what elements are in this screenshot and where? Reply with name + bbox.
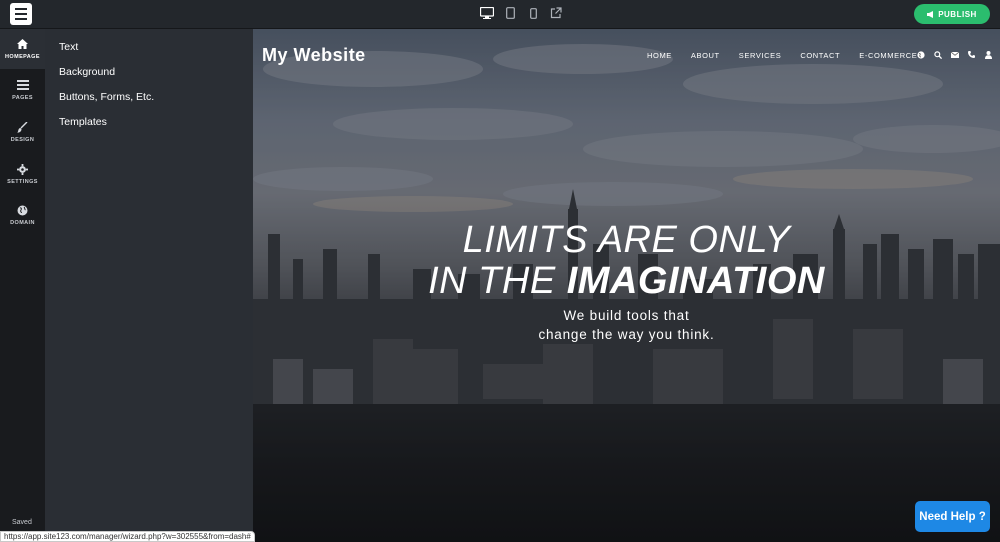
tablet-icon[interactable]: [503, 6, 517, 20]
hero-subtitle-line1: We build tools that: [563, 308, 690, 323]
pages-icon: [16, 79, 29, 91]
rail-label: DESIGN: [10, 137, 35, 143]
saved-status: Saved: [12, 519, 32, 526]
nav-ecommerce[interactable]: E-COMMERCE ▾: [859, 51, 924, 60]
menu-line: [15, 18, 27, 20]
mobile-icon[interactable]: [526, 6, 540, 20]
rail-item-homepage[interactable]: HOMEPAGE: [0, 29, 45, 69]
nav-home[interactable]: HOME: [647, 51, 672, 60]
rail-item-design[interactable]: DESIGN: [0, 112, 45, 152]
nav-ecommerce-label: E-COMMERCE: [859, 51, 918, 60]
phone-icon[interactable]: [967, 50, 976, 59]
menu-line: [15, 13, 27, 15]
publish-button[interactable]: PUBLISH: [914, 4, 990, 24]
globe-icon[interactable]: [916, 50, 925, 59]
site-header-icons: [916, 50, 993, 59]
rail-item-domain[interactable]: DOMAIN: [0, 195, 45, 235]
nav-services[interactable]: SERVICES: [739, 51, 782, 60]
megaphone-icon: [927, 10, 934, 18]
external-link-icon[interactable]: [549, 6, 563, 20]
hero-subtitle-line2: change the way you think.: [538, 327, 715, 342]
search-icon[interactable]: [933, 50, 942, 59]
gear-icon: [17, 163, 29, 175]
device-switcher: [480, 6, 563, 20]
user-icon[interactable]: [984, 50, 993, 59]
menu-line: [15, 8, 27, 10]
panel-item-background[interactable]: Background: [59, 66, 115, 78]
hero-heading-line1: LIMITS ARE ONLY: [462, 219, 791, 261]
panel-item-buttons-forms[interactable]: Buttons, Forms, Etc.: [59, 91, 154, 103]
site-title[interactable]: My Website: [262, 45, 366, 66]
website-preview[interactable]: My Website HOME ABOUT SERVICES CONTACT E…: [253, 29, 1000, 542]
envelope-icon[interactable]: [950, 50, 959, 59]
nav-contact[interactable]: CONTACT: [800, 51, 840, 60]
globe-icon: [17, 204, 29, 216]
rail-label: SETTINGS: [7, 179, 38, 185]
desktop-icon[interactable]: [480, 6, 494, 20]
left-icon-rail: HOMEPAGE PAGES DESIGN SETTINGS DOMAIN Sa…: [0, 29, 45, 542]
rail-label: DOMAIN: [10, 220, 35, 226]
rail-item-settings[interactable]: SETTINGS: [0, 154, 45, 194]
top-toolbar: PUBLISH: [0, 0, 1000, 29]
rail-label: PAGES: [12, 95, 33, 101]
brush-icon: [17, 121, 29, 133]
publish-label: PUBLISH: [938, 9, 977, 19]
hero-line2-bold: IMAGINATION: [566, 260, 825, 302]
home-icon: [17, 38, 29, 50]
site-nav: HOME ABOUT SERVICES CONTACT E-COMMERCE ▾: [647, 51, 924, 60]
browser-status-url: https://app.site123.com/manager/wizard.p…: [0, 531, 255, 542]
need-help-button[interactable]: Need Help ?: [915, 501, 990, 532]
submenu-panel: Text Background Buttons, Forms, Etc. Tem…: [45, 29, 253, 542]
hero-line2-prefix: IN THE: [428, 260, 567, 302]
panel-item-templates[interactable]: Templates: [59, 116, 107, 128]
menu-logo-button[interactable]: [10, 3, 32, 25]
panel-item-text[interactable]: Text: [59, 41, 78, 53]
nav-about[interactable]: ABOUT: [691, 51, 720, 60]
rail-item-pages[interactable]: PAGES: [0, 70, 45, 110]
rail-label: HOMEPAGE: [5, 54, 40, 60]
hero-heading-line2: IN THE IMAGINATION: [253, 260, 1000, 303]
